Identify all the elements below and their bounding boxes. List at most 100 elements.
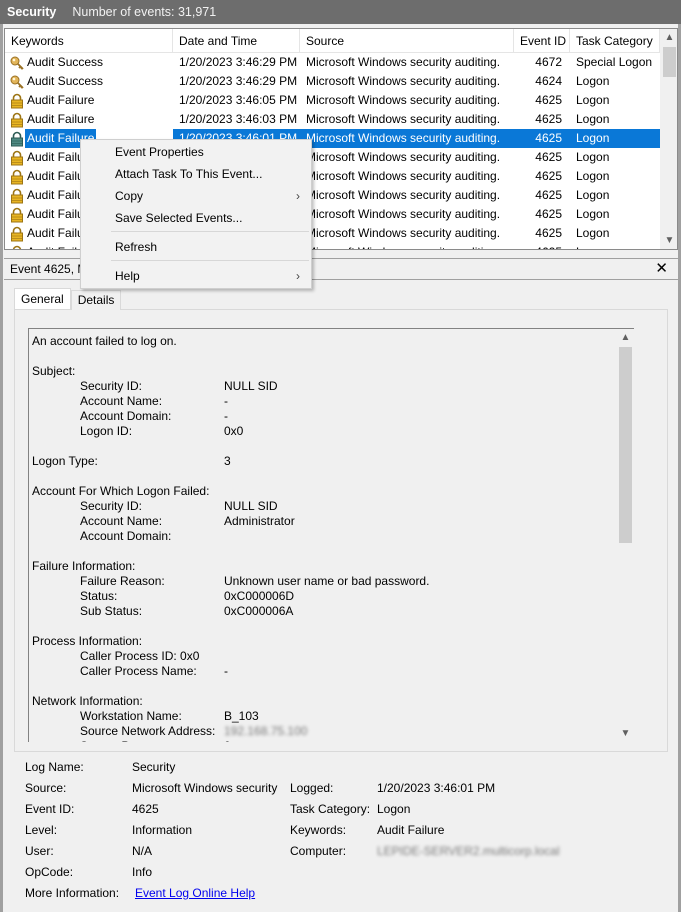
description-label: Account For Which Logon Failed: [32, 484, 210, 498]
table-row[interactable]: Audit Success 1/20/2023 3:46:29 PM Microso… [5, 53, 660, 72]
menu-item-label: Attach Task To This Event... [115, 167, 263, 181]
log-name: Security [7, 5, 57, 19]
event-description-box[interactable]: An account failed to log on. Subject: Secu… [28, 328, 634, 742]
description-label: Caller Process ID: 0x0 [80, 649, 200, 663]
event-id-cell: 4625 [535, 112, 562, 126]
description-line [32, 439, 634, 454]
source-cell: Microsoft Windows security auditing. [306, 55, 501, 69]
source-cell: Microsoft Windows security auditing. [306, 169, 501, 183]
menu-item-attach-task[interactable]: Attach Task To This Event... [82, 163, 310, 185]
source-cell: Microsoft Windows security auditing. [300, 129, 514, 148]
event-id-label: Event ID: [25, 802, 75, 816]
description-label: Process Information: [32, 634, 143, 648]
event-id-cell: 4624 [535, 74, 562, 88]
source-cell: Microsoft Windows security auditing. [306, 207, 501, 221]
scrollbar-thumb[interactable] [619, 347, 632, 543]
description-line: Network Information: [32, 694, 634, 709]
description-line: Sub Status: 0xC000006A [32, 604, 634, 619]
description-label: Workstation Name: [80, 709, 182, 723]
description-line: Logon ID: 0x0 [32, 424, 634, 439]
log-name-label: Log Name: [25, 760, 84, 774]
keyword-text: Audit Failure [27, 112, 95, 126]
detail-tabs: General Details [14, 288, 122, 310]
source-cell: Microsoft Windows security auditing. [306, 226, 501, 240]
menu-item-label: Help [115, 269, 140, 283]
menu-separator [111, 231, 309, 232]
menu-item-copy[interactable]: Copy › [82, 185, 310, 207]
menu-item-refresh[interactable]: Refresh [82, 236, 310, 258]
description-line [32, 619, 634, 634]
scroll-down-icon[interactable]: ▼ [617, 725, 634, 742]
source-cell: Microsoft Windows security auditing. [306, 188, 501, 202]
tab-general[interactable]: General [14, 288, 71, 309]
event-count: Number of events: 31,971 [72, 5, 217, 19]
tab-details[interactable]: Details [70, 290, 122, 310]
description-line: Account Domain: [32, 529, 634, 544]
computer-label: Computer: [290, 844, 347, 858]
column-header-source[interactable]: Source [300, 29, 514, 52]
keyword-text: Audit Failure [27, 93, 95, 107]
description-label: Failure Reason: [80, 574, 165, 588]
description-line: Security ID: NULL SID [32, 499, 634, 514]
close-icon[interactable]: ✕ [655, 259, 668, 279]
event-id-cell: 4625 [535, 169, 562, 183]
description-line: Account Domain: - [32, 409, 634, 424]
lock-icon [9, 169, 25, 185]
scroll-up-icon[interactable]: ▲ [661, 29, 677, 46]
description-label: Source Port: [80, 739, 147, 742]
keyword-cell: Audit Success [5, 72, 173, 91]
column-header-date-time[interactable]: Date and Time [173, 29, 300, 52]
scroll-up-icon[interactable]: ▲ [617, 329, 634, 346]
datetime-cell: 1/20/2023 3:46:03 PM [179, 112, 298, 126]
event-list-scrollbar[interactable]: ▲ ▼ [660, 29, 677, 249]
description-line [32, 544, 634, 559]
logged-value: 1/20/2023 3:46:01 PM [377, 781, 496, 795]
menu-item-help[interactable]: Help › [82, 265, 310, 287]
source-cell: Microsoft Windows security auditing. [306, 150, 501, 164]
description-label: Network Information: [32, 694, 143, 708]
event-log-online-help-link[interactable]: Event Log Online Help [135, 883, 255, 904]
table-row[interactable]: Audit Failure 1/20/2023 3:46:03 PM Microso… [5, 110, 660, 129]
description-value: 0x0 [224, 424, 244, 438]
column-header-event-id[interactable]: Event ID [514, 29, 570, 52]
task-category-cell: Logon [576, 226, 610, 240]
event-id-cell: 4625 [535, 226, 562, 240]
lock-icon [9, 207, 25, 223]
task-category-cell: Logon [570, 129, 660, 148]
description-value: NULL SID [224, 379, 278, 393]
column-header-task-category[interactable]: Task Category [570, 29, 660, 52]
menu-item-event-properties[interactable]: Event Properties [82, 141, 310, 163]
description-line: Failure Information: [32, 559, 634, 574]
description-value: - [224, 409, 228, 423]
description-label: Account Name: [80, 394, 163, 408]
description-label: Status: [80, 589, 118, 603]
description-value: B_103 [224, 709, 259, 723]
description-line: Account Name: Administrator [32, 514, 634, 529]
table-row[interactable]: Audit Failure 1/20/2023 3:46:05 PM Microso… [5, 91, 660, 110]
description-line: Source Network Address: 192.168.75.100 [32, 724, 634, 739]
lock-icon [9, 131, 25, 147]
table-row[interactable]: Audit Success 1/20/2023 3:46:29 PM Microso… [5, 72, 660, 91]
key-icon [9, 74, 25, 90]
event-list-header: Keywords Date and Time Source Event ID T… [5, 29, 660, 53]
keywords-value: Audit Failure [377, 823, 445, 837]
task-category-label: Task Category: [290, 802, 371, 816]
description-line [32, 349, 634, 364]
event-id-value: 4625 [132, 802, 159, 816]
description-scrollbar[interactable]: ▲ ▼ [617, 329, 634, 742]
keywords-label: Keywords: [290, 823, 347, 837]
menu-item-label: Refresh [115, 240, 158, 254]
datetime-cell: 1/20/2023 3:46:29 PM [179, 55, 298, 69]
task-category-cell: Logon [576, 74, 610, 88]
scroll-down-icon[interactable]: ▼ [661, 232, 677, 249]
lock-icon [9, 112, 25, 128]
event-id-cell: 4625 [514, 129, 570, 148]
column-header-keywords[interactable]: Keywords [5, 29, 173, 52]
scrollbar-thumb[interactable] [663, 47, 676, 77]
description-value: Unknown user name or bad password. [224, 574, 430, 588]
menu-item-save-selected-events[interactable]: Save Selected Events... [82, 207, 310, 229]
task-category-value: Logon [377, 802, 411, 816]
description-value: 0 [224, 739, 231, 742]
description-line: An account failed to log on. [32, 334, 634, 349]
description-label: Source Network Address: [80, 724, 216, 738]
